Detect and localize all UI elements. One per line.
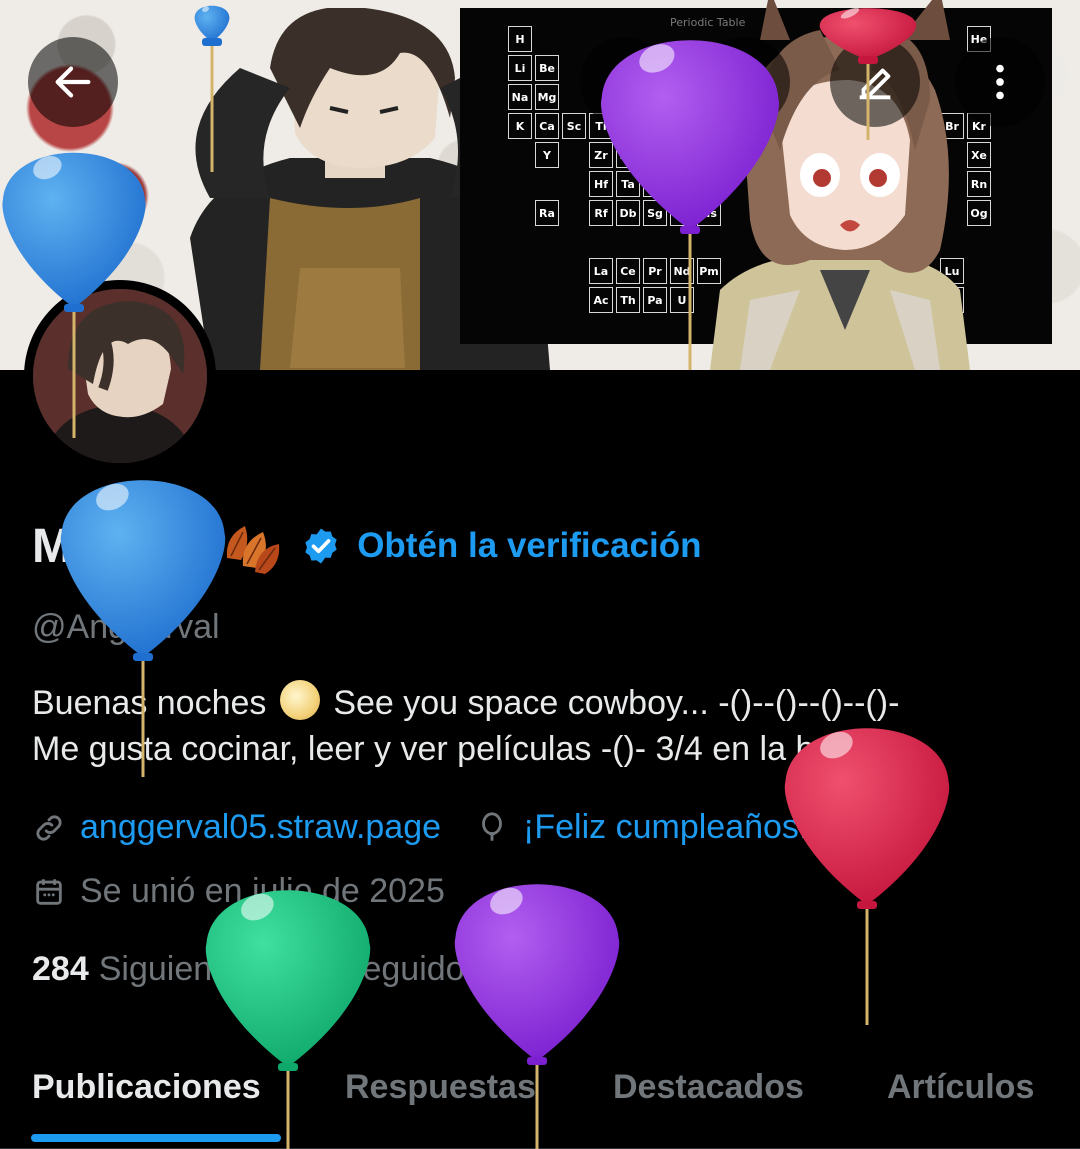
website-link[interactable]: anggerval05.straw.page [80,808,441,847]
periodic-element-cell: Li [508,55,532,81]
birthday-balloon [819,7,917,140]
autumn-leaves-icon [227,526,280,574]
full-moon-emoji [279,680,320,720]
calendar-icon [36,878,62,905]
profile-links-row: anggerval05.straw.page ¡Feliz cumpleaños… [32,808,808,847]
link-icon [36,814,62,841]
periodic-element-cell: Mg [535,84,559,110]
periodic-element-cell: H [508,26,532,52]
birthday-balloon [60,480,226,777]
birthday-balloon [454,884,620,1149]
tab-articulos[interactable]: Artículos [887,1068,1034,1107]
periodic-element-cell: K [508,113,532,139]
balloon-icon [482,811,502,841]
birthday-link[interactable]: ¡Feliz cumpleaños! [523,808,808,847]
periodic-element-cell: Sc [562,113,586,139]
birthday-balloon [205,890,371,1149]
back-button[interactable] [28,37,118,127]
periodic-element-cell: Ca [535,113,559,139]
birthday-balloon [784,728,950,1025]
birthday-balloon [2,152,146,438]
birthday-balloon [194,5,230,172]
arrow-left-icon [55,66,91,98]
periodic-element-cell: Be [535,55,559,81]
birthday-balloon [601,40,779,370]
periodic-element-cell: Y [535,142,559,168]
tab-destacados[interactable]: Destacados [613,1068,804,1107]
get-verified-link[interactable]: Obtén la verificación [357,526,701,566]
following-count[interactable]: 284 [32,950,89,989]
more-button[interactable] [955,37,1045,127]
more-vertical-icon [996,64,1004,100]
periodic-element-cell: Na [508,84,532,110]
periodic-element-cell: Ra [535,200,559,226]
verified-badge-icon[interactable] [301,526,341,566]
